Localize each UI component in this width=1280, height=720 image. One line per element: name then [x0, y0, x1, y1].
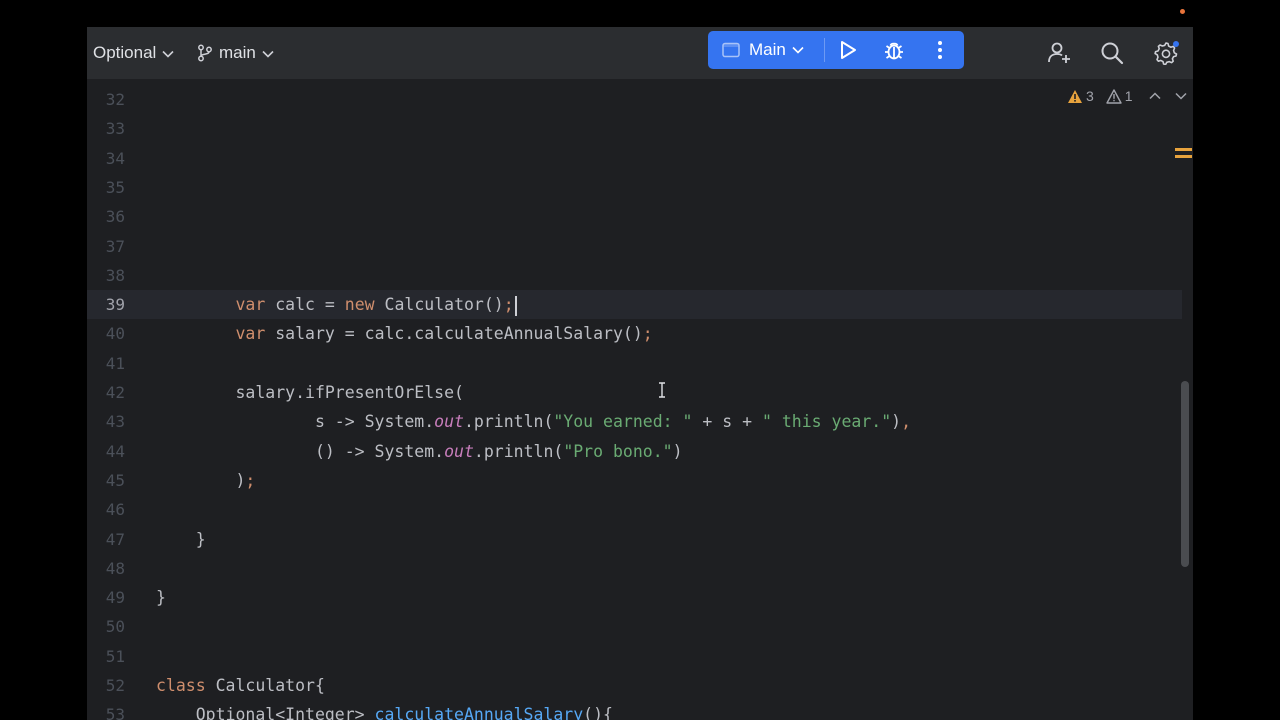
code-line[interactable]: 47 } [87, 525, 1182, 554]
code-line[interactable]: 45 ); [87, 466, 1182, 495]
line-number[interactable]: 35 [87, 173, 125, 202]
code-text[interactable]: Optional<Integer> calculateAnnualSalary(… [156, 700, 613, 720]
line-number[interactable]: 51 [87, 642, 125, 671]
run-config-name: Main [749, 40, 786, 59]
line-number[interactable]: 38 [87, 261, 125, 290]
code-editor[interactable]: 53 Optional<Integer> calculateAnnualSala… [87, 79, 1193, 720]
code-line[interactable]: 43 s -> System.out.println("You earned: … [87, 407, 1182, 436]
code-line[interactable]: 37 [87, 232, 1182, 261]
code-with-me-button[interactable] [1046, 40, 1072, 66]
next-highlighted-error-button[interactable] [1175, 92, 1187, 100]
branch-icon [197, 44, 213, 62]
code-text[interactable]: } [156, 525, 206, 554]
code-line[interactable]: 32 [87, 85, 1182, 114]
separator [824, 38, 825, 62]
line-number[interactable]: 43 [87, 407, 125, 436]
weak-warnings-counter[interactable]: 1 [1106, 88, 1133, 104]
line-number[interactable]: 33 [87, 114, 125, 143]
line-number[interactable]: 49 [87, 583, 125, 612]
line-number[interactable]: 50 [87, 612, 125, 641]
notification-dot [1180, 9, 1185, 14]
code-line[interactable]: 40 var salary = calc.calculateAnnualSala… [87, 319, 1182, 348]
code-text[interactable]: class Calculator{ [156, 671, 325, 700]
line-number[interactable]: 41 [87, 349, 125, 378]
code-line[interactable]: 34 [87, 144, 1182, 173]
chevron-down-icon [1175, 92, 1187, 100]
line-number[interactable]: 47 [87, 525, 125, 554]
warning-marker[interactable] [1175, 148, 1192, 151]
code-text[interactable]: var calc = new Calculator(); [156, 290, 517, 319]
line-number[interactable]: 46 [87, 495, 125, 524]
code-text[interactable]: } [156, 583, 166, 612]
update-badge [1173, 41, 1179, 47]
application-icon [722, 42, 740, 58]
line-number[interactable]: 53 [87, 700, 125, 720]
code-text[interactable]: var salary = calc.calculateAnnualSalary(… [156, 319, 652, 348]
search-icon [1100, 41, 1124, 65]
search-everywhere-button[interactable] [1099, 40, 1125, 66]
code-line[interactable]: 35 [87, 173, 1182, 202]
chevron-down-icon [162, 43, 174, 63]
line-number[interactable]: 48 [87, 554, 125, 583]
run-widget: Main [708, 31, 964, 69]
code-line[interactable]: 33 [87, 114, 1182, 143]
code-line[interactable]: 52 class Calculator{ [87, 671, 1182, 700]
chevron-down-icon [262, 43, 274, 63]
line-number[interactable]: 40 [87, 319, 125, 348]
text-caret [514, 295, 517, 316]
line-number[interactable]: 36 [87, 202, 125, 231]
run-config-selector[interactable]: Main [722, 31, 804, 69]
project-widget[interactable]: Optional [93, 41, 174, 65]
more-actions-button[interactable] [928, 38, 952, 62]
more-vertical-icon [937, 40, 943, 60]
code-text[interactable]: salary.ifPresentOrElse( [156, 378, 463, 407]
add-user-icon [1046, 40, 1072, 66]
code-line[interactable]: 39 var calc = new Calculator(); [87, 290, 1182, 320]
line-number[interactable]: 34 [87, 144, 125, 173]
run-button[interactable] [836, 38, 860, 62]
vertical-scrollbar[interactable] [1181, 381, 1189, 567]
warnings-counter[interactable]: 3 [1067, 88, 1094, 104]
code-line[interactable]: 36 [87, 202, 1182, 231]
code-text[interactable]: ); [156, 466, 255, 495]
weak-warnings-count: 1 [1124, 88, 1133, 104]
warning-icon [1067, 89, 1083, 104]
chevron-down-icon [792, 46, 804, 54]
line-number[interactable]: 42 [87, 378, 125, 407]
text-cursor-icon [659, 382, 665, 398]
line-number[interactable]: 37 [87, 232, 125, 261]
code-line[interactable]: 50 [87, 612, 1182, 641]
code-text[interactable]: s -> System.out.println("You earned: " +… [156, 407, 911, 436]
line-number[interactable]: 52 [87, 671, 125, 700]
code-line[interactable]: 44 () -> System.out.println("Pro bono.") [87, 437, 1182, 466]
main-toolbar: Optional main Main [87, 27, 1193, 79]
previous-highlighted-error-button[interactable] [1149, 92, 1161, 100]
run-icon [839, 40, 857, 60]
warning-marker[interactable] [1175, 155, 1192, 158]
vcs-branch-widget[interactable]: main [197, 41, 274, 65]
weak-warning-icon [1106, 88, 1122, 104]
settings-button[interactable] [1153, 40, 1179, 66]
code-line[interactable]: 51 [87, 642, 1182, 671]
chevron-up-icon [1149, 92, 1161, 100]
warnings-count: 3 [1086, 88, 1094, 104]
project-name: Optional [93, 43, 157, 62]
branch-name: main [219, 43, 256, 62]
code-text[interactable]: () -> System.out.println("Pro bono.") [156, 437, 683, 466]
code-line[interactable]: 42 salary.ifPresentOrElse( [87, 378, 1182, 407]
line-number[interactable]: 44 [87, 437, 125, 466]
code-line[interactable]: 49} [87, 583, 1182, 612]
debug-icon [883, 39, 905, 61]
code-line[interactable]: 46 [87, 495, 1182, 524]
line-number[interactable]: 45 [87, 466, 125, 495]
code-line[interactable]: 48 [87, 554, 1182, 583]
code-line[interactable]: 38 [87, 261, 1182, 290]
debug-button[interactable] [882, 38, 906, 62]
line-number[interactable]: 32 [87, 85, 125, 114]
code-line[interactable]: 53 Optional<Integer> calculateAnnualSala… [87, 700, 1182, 720]
code-line[interactable]: 41 [87, 349, 1182, 378]
inspection-widget[interactable]: 3 1 [1067, 86, 1193, 106]
ide-window: Optional main Main 53 Optional<Integer> … [87, 27, 1193, 720]
line-number[interactable]: 39 [87, 290, 125, 319]
